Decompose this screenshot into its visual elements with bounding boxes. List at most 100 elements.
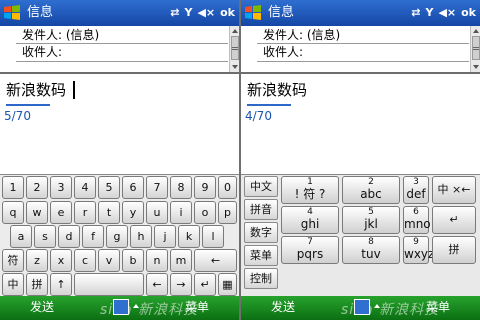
key-i[interactable]: i bbox=[170, 201, 192, 224]
message-body[interactable]: 新浪数码 5/70 bbox=[0, 74, 239, 174]
t9-key-7[interactable]: 7 pqrs bbox=[281, 236, 339, 264]
to-field[interactable]: 收件人: bbox=[22, 45, 62, 59]
key-g[interactable]: g bbox=[106, 225, 128, 248]
scroll-thumb[interactable] bbox=[472, 36, 480, 60]
qwerty-keyboard: 1 2 3 4 5 6 7 8 9 0 q w e r t y u i o p … bbox=[0, 175, 239, 296]
right-arrow-key[interactable]: → bbox=[170, 273, 192, 296]
menu-softkey[interactable]: 菜单 bbox=[185, 300, 209, 315]
pinyin-button[interactable]: 拼音 bbox=[244, 199, 278, 220]
t9-key-6[interactable]: 6 mno bbox=[403, 206, 431, 234]
number-mode-button[interactable]: 数字 bbox=[244, 222, 278, 243]
windows-logo-icon[interactable] bbox=[244, 4, 262, 22]
sip-arrow-icon[interactable] bbox=[374, 304, 380, 308]
key-w[interactable]: w bbox=[26, 201, 48, 224]
t9-key-4[interactable]: 4 ghi bbox=[281, 206, 339, 234]
windows-logo-icon[interactable] bbox=[3, 4, 21, 22]
t9-key-3[interactable]: 3 def bbox=[403, 176, 429, 204]
to-field[interactable]: 收件人: bbox=[263, 45, 303, 59]
enter-key[interactable]: ↵ bbox=[194, 273, 216, 296]
key-5[interactable]: 5 bbox=[98, 176, 120, 199]
key-t[interactable]: t bbox=[98, 201, 120, 224]
key-1[interactable]: 1 bbox=[2, 176, 24, 199]
key-0[interactable]: 0 bbox=[218, 176, 237, 199]
key-r[interactable]: r bbox=[74, 201, 96, 224]
header-scrollbar[interactable] bbox=[470, 26, 480, 72]
t9-keyboard: 中文 拼音 数字 菜单 控制 1 ! 符 ? 2 abc 3 def 4 ghi bbox=[241, 175, 480, 296]
message-text: 新浪数码 bbox=[247, 81, 308, 99]
key-a[interactable]: a bbox=[10, 225, 32, 248]
t9-key-9[interactable]: 9 wxyz bbox=[403, 236, 434, 264]
window-title: 信息 bbox=[27, 5, 54, 20]
signal-icon[interactable]: Y bbox=[184, 5, 192, 21]
enter-key[interactable]: ↵ bbox=[432, 206, 476, 234]
scroll-down-icon[interactable] bbox=[232, 65, 238, 69]
header-scrollbar[interactable] bbox=[229, 26, 239, 72]
keyboard-grid-key[interactable]: ▦ bbox=[218, 273, 237, 296]
t9-key-8[interactable]: 8 tuv bbox=[342, 236, 400, 264]
key-digit: 1 bbox=[307, 177, 313, 187]
chinese-mode-button[interactable]: 中文 bbox=[244, 176, 278, 197]
key-h[interactable]: h bbox=[130, 225, 152, 248]
key-f[interactable]: f bbox=[82, 225, 104, 248]
backspace-key[interactable]: ← bbox=[194, 249, 237, 272]
key-3[interactable]: 3 bbox=[50, 176, 72, 199]
key-y[interactable]: y bbox=[122, 201, 144, 224]
key-pinyin[interactable]: 拼 bbox=[26, 273, 48, 296]
t9-key-1[interactable]: 1 ! 符 ? bbox=[281, 176, 339, 204]
key-9[interactable]: 9 bbox=[194, 176, 216, 199]
key-2[interactable]: 2 bbox=[26, 176, 48, 199]
key-m[interactable]: m bbox=[170, 249, 192, 272]
ok-button[interactable]: ok bbox=[220, 5, 235, 21]
key-j[interactable]: j bbox=[154, 225, 176, 248]
space-key[interactable] bbox=[74, 273, 144, 296]
key-4[interactable]: 4 bbox=[74, 176, 96, 199]
key-q[interactable]: q bbox=[2, 201, 24, 224]
key-s[interactable]: s bbox=[34, 225, 56, 248]
t9-key-5[interactable]: 5 jkl bbox=[342, 206, 400, 234]
sync-icon[interactable]: ⇄ bbox=[170, 5, 179, 21]
sip-arrow-icon[interactable] bbox=[133, 304, 139, 308]
t9-key-2[interactable]: 2 abc bbox=[342, 176, 400, 204]
key-c[interactable]: c bbox=[74, 249, 96, 272]
key-6[interactable]: 6 bbox=[122, 176, 144, 199]
key-n[interactable]: n bbox=[146, 249, 168, 272]
scroll-up-icon[interactable] bbox=[232, 29, 238, 33]
volume-icon[interactable]: ◀× bbox=[197, 5, 215, 21]
key-chinese-mode[interactable]: 中 bbox=[2, 273, 24, 296]
send-softkey[interactable]: 发送 bbox=[271, 300, 295, 315]
from-field[interactable]: 发件人: (信息) bbox=[22, 28, 99, 42]
sync-icon[interactable]: ⇄ bbox=[411, 5, 420, 21]
left-arrow-key[interactable]: ← bbox=[146, 273, 168, 296]
pinyin-switch-key[interactable]: 拼 bbox=[432, 236, 476, 264]
signal-icon[interactable]: Y bbox=[425, 5, 433, 21]
key-d[interactable]: d bbox=[58, 225, 80, 248]
sip-keyboard-icon[interactable] bbox=[113, 299, 129, 315]
key-symbol[interactable]: 符 bbox=[2, 249, 24, 272]
scroll-down-icon[interactable] bbox=[473, 65, 479, 69]
key-p[interactable]: p bbox=[218, 201, 237, 224]
key-v[interactable]: v bbox=[98, 249, 120, 272]
key-z[interactable]: z bbox=[26, 249, 48, 272]
scroll-thumb[interactable] bbox=[231, 36, 239, 60]
key-e[interactable]: e bbox=[50, 201, 72, 224]
from-field[interactable]: 发件人: (信息) bbox=[263, 28, 340, 42]
volume-icon[interactable]: ◀× bbox=[438, 5, 456, 21]
key-x[interactable]: x bbox=[50, 249, 72, 272]
key-u[interactable]: u bbox=[146, 201, 168, 224]
delete-key[interactable]: 中 ×← bbox=[432, 176, 476, 204]
key-l[interactable]: l bbox=[202, 225, 224, 248]
shift-key[interactable]: ↑ bbox=[50, 273, 72, 296]
key-8[interactable]: 8 bbox=[170, 176, 192, 199]
menu-softkey[interactable]: 菜单 bbox=[426, 300, 450, 315]
menu-button[interactable]: 菜单 bbox=[244, 245, 278, 266]
message-body[interactable]: 新浪数码 4/70 bbox=[241, 74, 480, 174]
key-7[interactable]: 7 bbox=[146, 176, 168, 199]
control-button[interactable]: 控制 bbox=[244, 268, 278, 289]
send-softkey[interactable]: 发送 bbox=[30, 300, 54, 315]
scroll-up-icon[interactable] bbox=[473, 29, 479, 33]
sip-keyboard-icon[interactable] bbox=[354, 299, 370, 315]
key-b[interactable]: b bbox=[122, 249, 144, 272]
key-k[interactable]: k bbox=[178, 225, 200, 248]
ok-button[interactable]: ok bbox=[461, 5, 476, 21]
key-o[interactable]: o bbox=[194, 201, 216, 224]
